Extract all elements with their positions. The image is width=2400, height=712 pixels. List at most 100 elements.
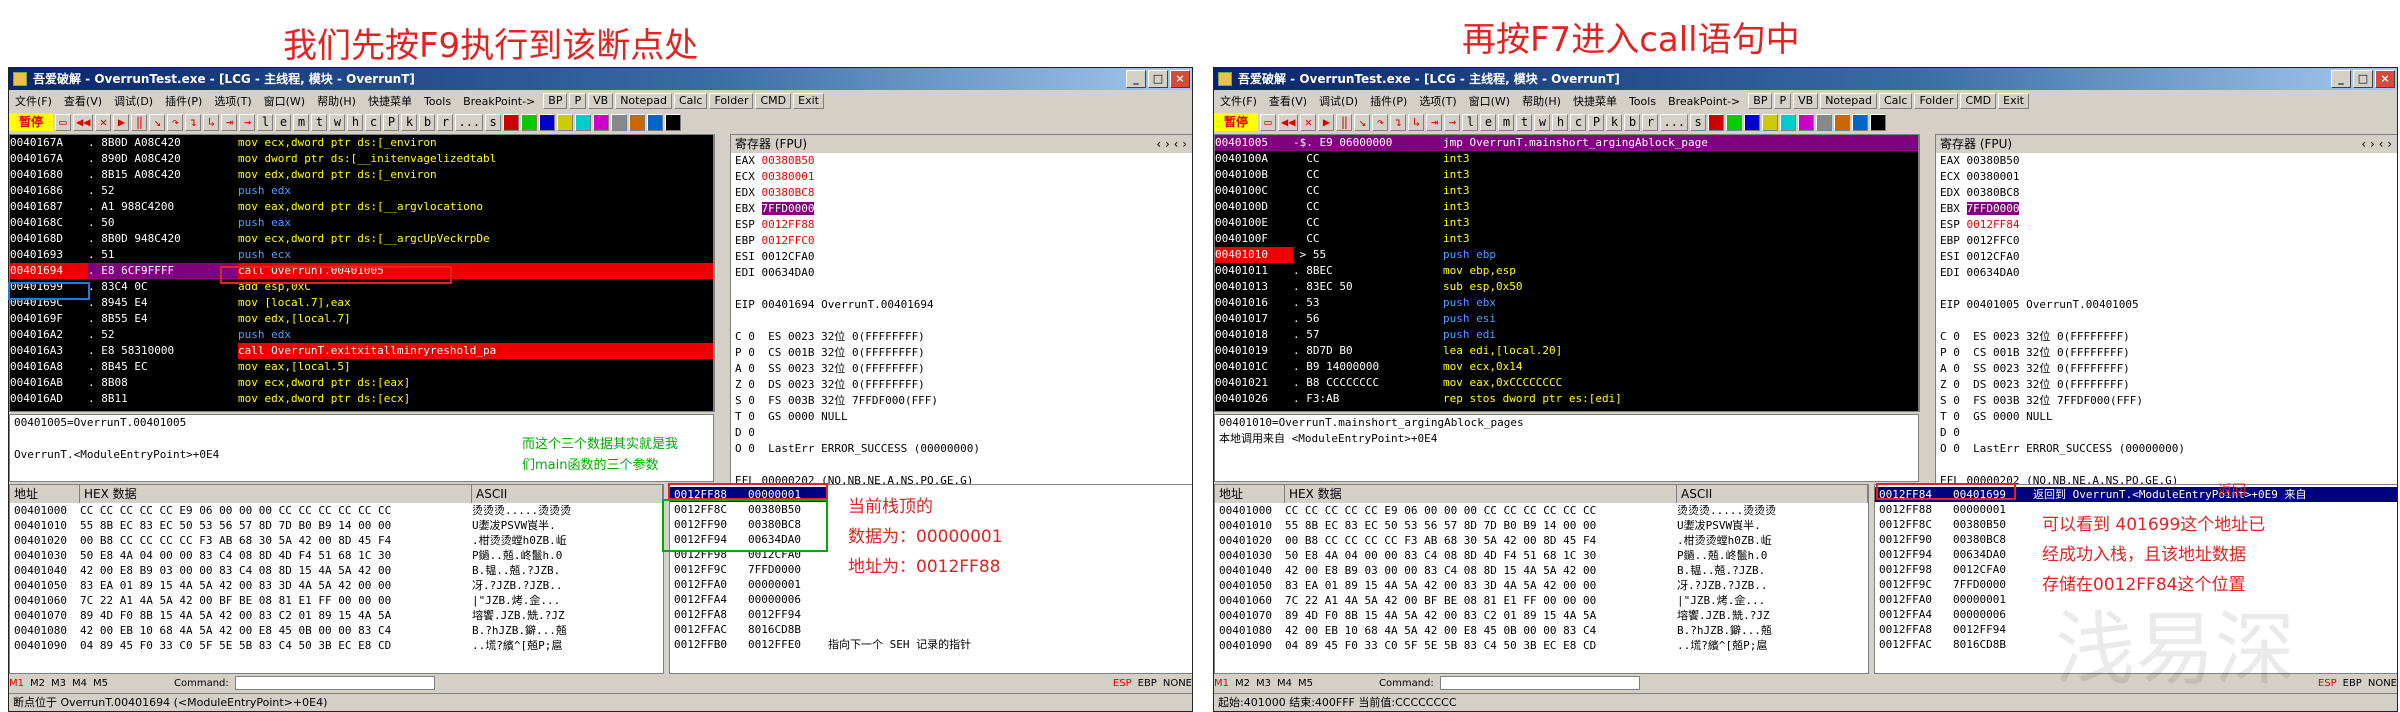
dump-row[interactable]: 00401090 04 89 45 F0 33 C0 5F 5E 5B 83 C4…: [10, 638, 663, 653]
register-value[interactable]: 0012CFA0: [1967, 250, 2020, 263]
toolbar-letter-button[interactable]: l: [257, 113, 274, 131]
menu-item[interactable]: 调试(D): [108, 93, 159, 109]
menu-item[interactable]: 选项(T): [1413, 93, 1462, 109]
menu-button[interactable]: Exit: [793, 93, 824, 109]
toolbar-letter-button[interactable]: c: [365, 113, 382, 131]
disasm-row[interactable]: 0040100E CC int3: [1215, 215, 1918, 231]
step-over-icon[interactable]: ↷: [167, 113, 184, 131]
color-tool-icon[interactable]: [1798, 113, 1815, 131]
toolbar-letter-button[interactable]: s: [1690, 113, 1707, 131]
disasm-row[interactable]: 0040169C. 8945 E4 mov [local.7],eax: [10, 295, 713, 311]
memory-tab[interactable]: M3: [51, 678, 66, 689]
dump-row[interactable]: 00401020 00 B8 CC CC CC CC F3 AB 68 30 5A…: [1215, 533, 1868, 548]
open-icon[interactable]: ▭: [1260, 113, 1277, 131]
color-tool-icon[interactable]: [503, 113, 520, 131]
maximize-button[interactable]: □: [2353, 70, 2373, 88]
dump-row[interactable]: 00401020 00 B8 CC CC CC CC F3 AB 68 30 5A…: [10, 533, 663, 548]
pause-icon[interactable]: ‖: [1336, 113, 1353, 131]
disasm-row[interactable]: 0040168D . 8B0D 948C420 mov ecx,dword ptr …: [10, 231, 713, 247]
register-value[interactable]: 0012FF84: [1967, 218, 2020, 231]
color-tool-icon[interactable]: [647, 113, 664, 131]
dump-row[interactable]: 00401030 50 E8 4A 04 00 00 83 C4 08 8D 4D…: [1215, 548, 1868, 563]
close-process-icon[interactable]: ✕: [1300, 113, 1317, 131]
menu-item[interactable]: 快捷菜单: [1567, 93, 1623, 109]
color-tool-icon[interactable]: [1762, 113, 1779, 131]
stack-mode-flag[interactable]: EBP: [2343, 678, 2362, 689]
menu-item[interactable]: 插件(P): [159, 93, 208, 109]
disasm-row[interactable]: 0040100B CC int3: [1215, 167, 1918, 183]
disasm-scrollbar[interactable]: [1919, 134, 1933, 412]
disasm-scrollbar[interactable]: [714, 134, 728, 412]
register-value[interactable]: 00634DA0: [762, 266, 815, 279]
stack-mode-flag[interactable]: ESP: [2318, 678, 2337, 689]
dump-row[interactable]: 00401050 83 EA 01 89 15 4A 5A 42 00 83 3D…: [1215, 578, 1868, 593]
dump-row[interactable]: 00401070 89 4D F0 8B 15 4A 5A 42 00 83 C2…: [10, 608, 663, 623]
disasm-row[interactable]: 00401686 . 52 push edx: [10, 183, 713, 199]
color-tool-icon[interactable]: [1708, 113, 1725, 131]
toolbar-letter-button[interactable]: r: [1642, 113, 1659, 131]
open-icon[interactable]: ▭: [55, 113, 72, 131]
color-tool-icon[interactable]: [611, 113, 628, 131]
register-value[interactable]: 00380B50: [1967, 154, 2020, 167]
memory-tab[interactable]: M1: [9, 678, 24, 689]
toolbar-letter-button[interactable]: e: [275, 113, 292, 131]
close-button[interactable]: ×: [1170, 70, 1190, 88]
disasm-row[interactable]: 0040100F CC int3: [1215, 231, 1918, 247]
go-to-icon[interactable]: →: [239, 113, 256, 131]
toolbar-letter-button[interactable]: s: [485, 113, 502, 131]
toolbar-letter-button[interactable]: c: [1570, 113, 1587, 131]
menu-button[interactable]: Folder: [709, 93, 754, 109]
register-value[interactable]: 0012FFC0: [1967, 234, 2020, 247]
toolbar-letter-button[interactable]: b: [419, 113, 436, 131]
trace-into-icon[interactable]: ↴: [1390, 113, 1407, 131]
color-tool-icon[interactable]: [1852, 113, 1869, 131]
menu-item[interactable]: 文件(F): [9, 93, 58, 109]
step-over-icon[interactable]: ↷: [1372, 113, 1389, 131]
disasm-row[interactable]: 00401016 . 53 push ebx: [1215, 295, 1918, 311]
menu-button[interactable]: BP: [1748, 93, 1773, 109]
pause-icon[interactable]: ‖: [131, 113, 148, 131]
toolbar-letter-button[interactable]: ...: [1660, 113, 1689, 131]
trace-into-icon[interactable]: ↴: [185, 113, 202, 131]
disasm-row[interactable]: 00401010 > 55 push ebp: [1215, 247, 1918, 263]
hex-dump-pane[interactable]: 地址 HEX 数据 ASCII 00401000 CC CC CC CC CC E…: [9, 484, 664, 674]
disasm-row[interactable]: 0040167A . 890D A08C420 mov dword ptr ds:[…: [10, 151, 713, 167]
trace-over-icon[interactable]: ↳: [203, 113, 220, 131]
minimize-button[interactable]: _: [1126, 70, 1146, 88]
stack-mode-flag[interactable]: ESP: [1113, 678, 1132, 689]
toolbar-letter-button[interactable]: h: [347, 113, 364, 131]
stack-mode-flag[interactable]: EBP: [1138, 678, 1157, 689]
menu-item[interactable]: 调试(D): [1313, 93, 1364, 109]
menu-button[interactable]: CMD: [1960, 93, 1997, 109]
toolbar-letter-button[interactable]: t: [1516, 113, 1533, 131]
menu-item[interactable]: 帮助(H): [1516, 93, 1567, 109]
disasm-row[interactable]: 004016A8 . 8B45 EC mov eax,[local.5]: [10, 359, 713, 375]
stack-row[interactable]: 0012FFB0 0012FFE0 指向下一个 SEH 记录的指针: [670, 637, 1192, 652]
menu-item[interactable]: 窗口(W): [1463, 93, 1516, 109]
disasm-row[interactable]: 004016AD . 8B11 mov edx,dword ptr ds:[ecx]: [10, 391, 713, 407]
stack-row[interactable]: 0012FFAC 8016CD8B: [670, 622, 1192, 637]
menu-button[interactable]: P: [569, 93, 587, 109]
step-into-icon[interactable]: ↘: [149, 113, 166, 131]
dump-row[interactable]: 00401000 CC CC CC CC CC E9 06 00 00 00 CC…: [1215, 503, 1868, 518]
menu-button[interactable]: BP: [543, 93, 568, 109]
disasm-row[interactable]: 0040100A CC int3: [1215, 151, 1918, 167]
register-value[interactable]: 00380001: [1967, 170, 2020, 183]
memory-tab[interactable]: M2: [30, 678, 45, 689]
disasm-row[interactable]: 00401005 -$. E9 06000000 jmp OverrunT.main…: [1215, 135, 1918, 151]
stack-mode-flag[interactable]: NONE: [1163, 678, 1192, 689]
disasm-row[interactable]: 00401687 . A1 988C4200 mov eax,dword ptr d…: [10, 199, 713, 215]
dump-row[interactable]: 00401080 42 00 EB 10 68 4A 5A 42 00 E8 45…: [10, 623, 663, 638]
disasm-row[interactable]: 004016AB . 8B08 mov ecx,dword ptr ds:[eax]: [10, 375, 713, 391]
menu-item[interactable]: 选项(T): [208, 93, 257, 109]
dump-row[interactable]: 00401000 CC CC CC CC CC E9 06 00 00 00 CC…: [10, 503, 663, 518]
step-into-icon[interactable]: ↘: [1354, 113, 1371, 131]
register-value[interactable]: 00380BC8: [1967, 186, 2020, 199]
register-value[interactable]: 00380001: [762, 170, 815, 183]
dump-row[interactable]: 00401030 50 E8 4A 04 00 00 83 C4 08 8D 4D…: [10, 548, 663, 563]
color-tool-icon[interactable]: [557, 113, 574, 131]
dump-row[interactable]: 00401040 42 00 E8 B9 03 00 00 83 C4 08 8D…: [10, 563, 663, 578]
dump-row[interactable]: 00401070 89 4D F0 8B 15 4A 5A 42 00 83 C2…: [1215, 608, 1868, 623]
stack-row[interactable]: 0012FFA4 00000006: [670, 592, 1192, 607]
menu-item[interactable]: Tools: [1623, 95, 1662, 108]
